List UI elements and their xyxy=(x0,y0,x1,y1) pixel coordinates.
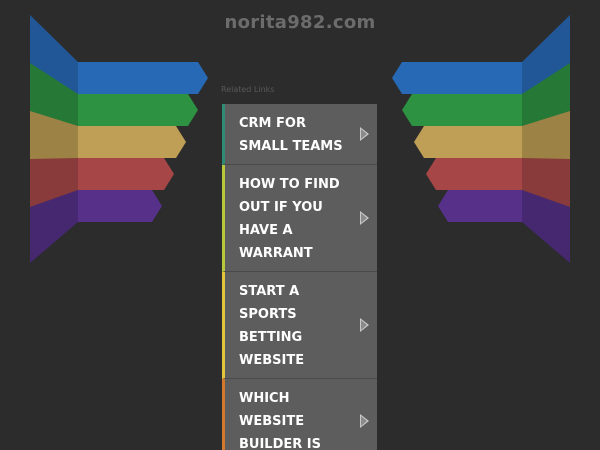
related-link-label[interactable]: WHICH WEBSITE BUILDER IS xyxy=(239,387,355,450)
wing-band-left xyxy=(78,62,208,94)
related-link-item[interactable]: WHICH WEBSITE BUILDER IS xyxy=(222,379,377,450)
arrow-right-icon xyxy=(360,127,369,141)
related-link-item[interactable]: START A SPORTS BETTING WEBSITE xyxy=(222,272,377,379)
wing-band-right xyxy=(392,62,522,94)
wing-band-left xyxy=(78,94,198,126)
wing-band-left xyxy=(78,158,174,190)
related-link-label[interactable]: HOW TO FIND OUT IF YOU HAVE A WARRANT xyxy=(239,173,355,265)
related-links-list: CRM FOR SMALL TEAMS HOW TO FIND OUT IF Y… xyxy=(222,104,377,450)
arrow-right-icon xyxy=(360,413,369,428)
domain-title: norita982.com xyxy=(224,12,376,33)
wing-band-right xyxy=(426,158,522,190)
arrow-right-icon xyxy=(360,211,369,225)
related-links-label: Related Links xyxy=(221,85,275,94)
wing-band-right xyxy=(438,190,522,222)
related-link-label[interactable]: CRM FOR SMALL TEAMS xyxy=(239,112,355,158)
related-link-item[interactable]: HOW TO FIND OUT IF YOU HAVE A WARRANT xyxy=(222,165,377,272)
related-link-label[interactable]: START A SPORTS BETTING WEBSITE xyxy=(239,280,355,372)
wing-band-left xyxy=(78,126,186,158)
related-link-item[interactable]: CRM FOR SMALL TEAMS xyxy=(222,104,377,165)
wing-band-left xyxy=(78,190,162,222)
arrow-right-icon xyxy=(360,318,369,332)
wing-band-right xyxy=(414,126,522,158)
parked-domain-page: norita982.com Related Links CRM FOR SMAL… xyxy=(0,0,600,450)
wing-band-right xyxy=(402,94,522,126)
